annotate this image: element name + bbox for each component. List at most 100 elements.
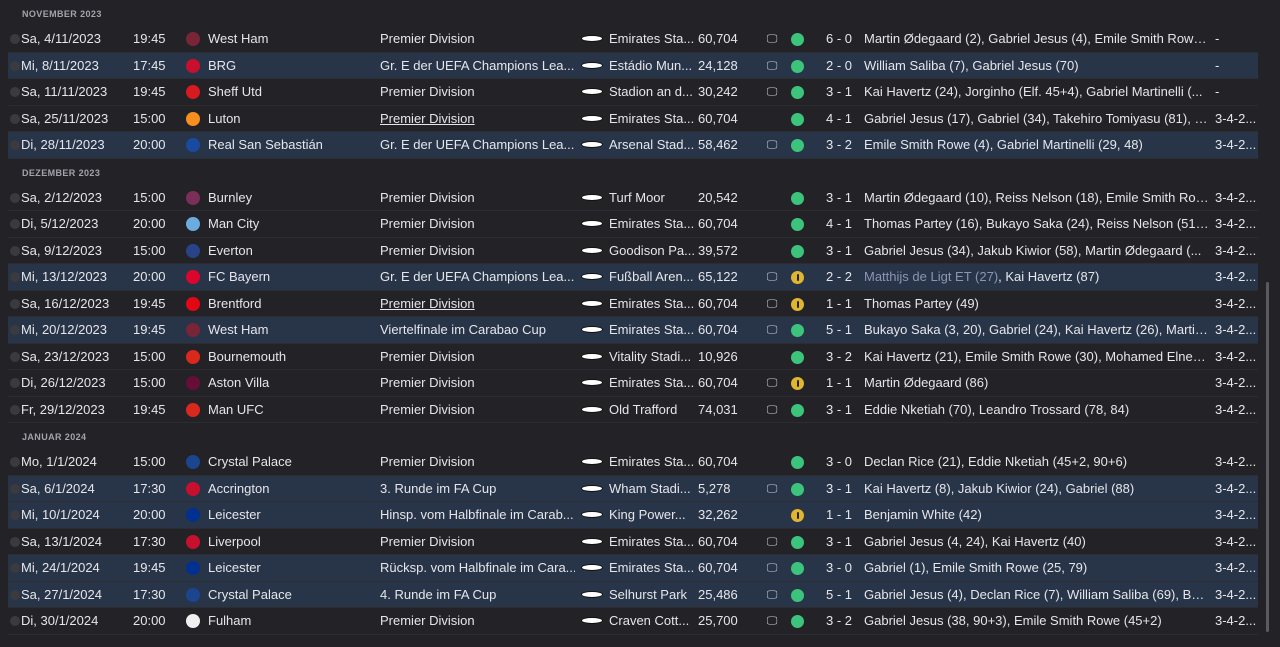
competition-name[interactable]: Gr. E der UEFA Champions Lea... bbox=[380, 132, 575, 159]
match-score[interactable]: 3 - 0 bbox=[820, 449, 858, 476]
match-score[interactable]: 3 - 2 bbox=[820, 608, 858, 635]
competition-name[interactable]: Gr. E der UEFA Champions Lea... bbox=[380, 53, 575, 80]
competition-name[interactable]: Premier Division bbox=[380, 344, 575, 371]
fixture-row[interactable]: Mi, 10/1/2024 20:00 Leicester Hinsp. vom Ha… bbox=[8, 502, 1258, 529]
select-radio[interactable] bbox=[10, 192, 20, 203]
select-radio[interactable] bbox=[10, 325, 20, 335]
select-radio[interactable] bbox=[10, 616, 20, 626]
fixture-row[interactable]: Di, 5/12/2023 20:00 Man City Premier Divisi… bbox=[8, 211, 1258, 238]
opponent-name[interactable]: Crystal Palace bbox=[208, 582, 368, 609]
opponent-name[interactable]: Fulham bbox=[208, 608, 368, 635]
opponent-name[interactable]: Brentford bbox=[208, 291, 368, 318]
select-radio[interactable] bbox=[10, 87, 20, 97]
fixture-row[interactable]: Di, 26/12/2023 15:00 Aston Villa Premier Di… bbox=[8, 370, 1258, 397]
match-score[interactable]: 6 - 0 bbox=[820, 26, 858, 53]
opponent-name[interactable]: Bournemouth bbox=[208, 344, 368, 371]
fixture-row[interactable]: Mi, 24/1/2024 19:45 Leicester Rücksp. vom H… bbox=[8, 555, 1258, 582]
select-radio[interactable] bbox=[10, 536, 20, 547]
fixture-row[interactable]: Sa, 16/12/2023 19:45 Brentford Premier Divi… bbox=[8, 291, 1258, 318]
select-radio[interactable] bbox=[10, 272, 20, 282]
select-radio[interactable] bbox=[10, 298, 20, 309]
competition-name[interactable]: 3. Runde im FA Cup bbox=[380, 476, 575, 503]
match-score[interactable]: 2 - 2 bbox=[820, 264, 858, 291]
opponent-name[interactable]: Real San Sebastián bbox=[208, 132, 368, 159]
opponent-name[interactable]: Leicester bbox=[208, 502, 368, 529]
opponent-name[interactable]: Burnley bbox=[208, 185, 368, 212]
competition-name[interactable]: Hinsp. vom Halbfinale im Carab... bbox=[380, 502, 575, 529]
select-radio[interactable] bbox=[10, 404, 20, 415]
competition-name[interactable]: Premier Division bbox=[380, 449, 575, 476]
fixture-row[interactable]: Sa, 25/11/2023 15:00 Luton Premier Division… bbox=[8, 106, 1258, 133]
opponent-name[interactable]: Man UFC bbox=[208, 397, 368, 424]
opponent-name[interactable]: FC Bayern bbox=[208, 264, 368, 291]
select-radio[interactable] bbox=[10, 563, 20, 573]
opponent-name[interactable]: Aston Villa bbox=[208, 370, 368, 397]
select-radio[interactable] bbox=[10, 589, 20, 600]
opponent-name[interactable]: Liverpool bbox=[208, 529, 368, 556]
match-score[interactable]: 3 - 1 bbox=[820, 529, 858, 556]
competition-name[interactable]: Premier Division bbox=[380, 529, 575, 556]
opponent-name[interactable]: Man City bbox=[208, 211, 368, 238]
fixture-row[interactable]: Sa, 9/12/2023 15:00 Everton Premier Divisio… bbox=[8, 238, 1258, 265]
match-score[interactable]: 3 - 2 bbox=[820, 344, 858, 371]
opponent-name[interactable]: West Ham bbox=[208, 317, 368, 344]
competition-name[interactable]: Gr. E der UEFA Champions Lea... bbox=[380, 264, 575, 291]
match-score[interactable]: 3 - 2 bbox=[820, 132, 858, 159]
match-score[interactable]: 1 - 1 bbox=[820, 370, 858, 397]
select-radio[interactable] bbox=[10, 245, 20, 256]
fixture-row[interactable]: Mo, 1/1/2024 15:00 Crystal Palace Premier D… bbox=[8, 449, 1258, 476]
match-score[interactable]: 3 - 1 bbox=[820, 185, 858, 212]
match-score[interactable]: 5 - 1 bbox=[820, 582, 858, 609]
competition-name[interactable]: Premier Division bbox=[380, 211, 575, 238]
match-score[interactable]: 1 - 1 bbox=[820, 291, 858, 318]
competition-name[interactable]: Premier Division bbox=[380, 106, 575, 133]
competition-name[interactable]: Premier Division bbox=[380, 79, 575, 106]
competition-name[interactable]: Premier Division bbox=[380, 608, 575, 635]
competition-name[interactable]: Premier Division bbox=[380, 26, 575, 53]
select-radio[interactable] bbox=[10, 60, 20, 71]
fixture-row[interactable]: Sa, 13/1/2024 17:30 Liverpool Premier Divis… bbox=[8, 529, 1258, 556]
competition-name[interactable]: Viertelfinale im Carabao Cup bbox=[380, 317, 575, 344]
scrollbar[interactable] bbox=[1266, 282, 1269, 632]
select-radio[interactable] bbox=[10, 510, 20, 520]
competition-name[interactable]: Premier Division bbox=[380, 370, 575, 397]
competition-name[interactable]: Premier Division bbox=[380, 238, 575, 265]
match-score[interactable]: 4 - 1 bbox=[820, 211, 858, 238]
match-score[interactable]: 3 - 1 bbox=[820, 79, 858, 106]
select-radio[interactable] bbox=[10, 34, 20, 44]
opponent-name[interactable]: BRG bbox=[208, 53, 368, 80]
opponent-name[interactable]: Accrington bbox=[208, 476, 368, 503]
fixture-row[interactable]: Sa, 6/1/2024 17:30 Accrington 3. Runde im F… bbox=[8, 475, 1258, 503]
select-radio[interactable] bbox=[10, 140, 20, 150]
competition-name[interactable]: Premier Division bbox=[380, 185, 575, 212]
competition-name[interactable]: Premier Division bbox=[380, 291, 575, 318]
match-score[interactable]: 3 - 1 bbox=[820, 397, 858, 424]
select-radio[interactable] bbox=[10, 219, 20, 229]
fixture-row[interactable]: Sa, 23/12/2023 15:00 Bournemouth Premier Di… bbox=[8, 344, 1258, 371]
fixture-row[interactable]: Di, 30/1/2024 20:00 Fulham Premier Division… bbox=[8, 608, 1258, 635]
opponent-name[interactable]: Crystal Palace bbox=[208, 449, 368, 476]
match-score[interactable]: 3 - 1 bbox=[820, 238, 858, 265]
fixture-row[interactable]: Sa, 2/12/2023 15:00 Burnley Premier Divisio… bbox=[8, 185, 1258, 212]
opponent-name[interactable]: Leicester bbox=[208, 555, 368, 582]
select-radio[interactable] bbox=[10, 113, 20, 124]
opponent-name[interactable]: Luton bbox=[208, 106, 368, 133]
match-score[interactable]: 1 - 1 bbox=[820, 502, 858, 529]
fixture-row[interactable]: Mi, 13/12/2023 20:00 FC Bayern Gr. E der UE… bbox=[8, 264, 1258, 291]
select-radio[interactable] bbox=[10, 378, 20, 388]
select-radio[interactable] bbox=[10, 457, 20, 467]
competition-name[interactable]: Rücksp. vom Halbfinale im Cara... bbox=[380, 555, 575, 582]
opponent-name[interactable]: Everton bbox=[208, 238, 368, 265]
opponent-name[interactable]: Sheff Utd bbox=[208, 79, 368, 106]
select-radio[interactable] bbox=[10, 483, 20, 494]
competition-name[interactable]: Premier Division bbox=[380, 397, 575, 424]
fixture-row[interactable]: Di, 28/11/2023 20:00 Real San Sebastián Gr.… bbox=[8, 132, 1258, 159]
fixture-row[interactable]: Sa, 4/11/2023 19:45 West Ham Premier Divisi… bbox=[8, 26, 1258, 53]
fixture-row[interactable]: Sa, 27/1/2024 17:30 Crystal Palace 4. Runde… bbox=[8, 581, 1258, 609]
match-score[interactable]: 3 - 0 bbox=[820, 555, 858, 582]
select-radio[interactable] bbox=[10, 351, 20, 362]
match-score[interactable]: 2 - 0 bbox=[820, 53, 858, 80]
match-score[interactable]: 5 - 1 bbox=[820, 317, 858, 344]
competition-name[interactable]: 4. Runde im FA Cup bbox=[380, 582, 575, 609]
fixture-row[interactable]: Mi, 20/12/2023 19:45 West Ham Viertelfinale… bbox=[8, 317, 1258, 344]
